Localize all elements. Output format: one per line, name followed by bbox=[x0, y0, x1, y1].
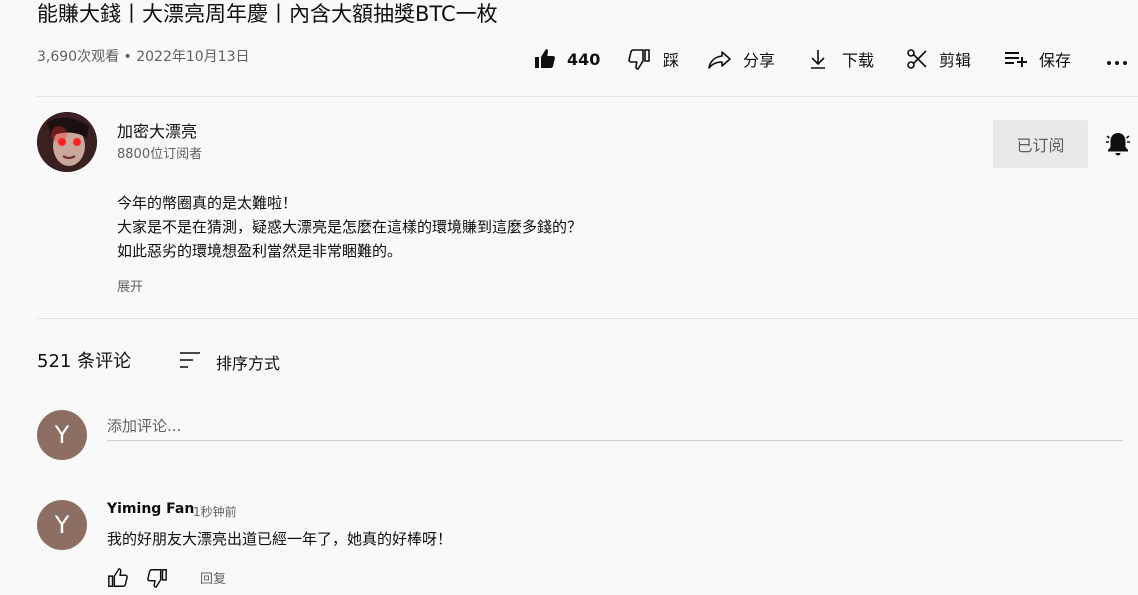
channel-avatar[interactable] bbox=[37, 112, 97, 172]
description-line: 今年的幣圈真的是太難啦！ bbox=[117, 194, 298, 212]
clip-label: 剪辑 bbox=[939, 51, 972, 70]
comment-timestamp[interactable]: 1秒钟前 bbox=[193, 503, 237, 520]
download-label: 下载 bbox=[842, 51, 875, 70]
download-icon bbox=[807, 47, 829, 71]
like-count: 440 bbox=[567, 49, 601, 69]
scissors-icon bbox=[905, 47, 929, 71]
share-icon bbox=[707, 47, 733, 71]
playlist-add-icon bbox=[1003, 47, 1029, 71]
expand-description-button[interactable]: 展开 bbox=[117, 276, 143, 295]
thumbs-down-icon bbox=[627, 47, 651, 71]
save-label: 保存 bbox=[1039, 51, 1072, 70]
sort-label: 排序方式 bbox=[216, 354, 281, 373]
subscriber-count: 8800位订阅者 bbox=[117, 147, 203, 162]
sort-comments-button[interactable]: 排序方式 bbox=[178, 348, 280, 376]
channel-name[interactable]: 加密大漂亮 bbox=[117, 121, 197, 143]
share-button[interactable]: 分享 bbox=[707, 44, 775, 74]
comment-author[interactable]: Yiming Fan bbox=[107, 501, 194, 517]
save-button[interactable]: 保存 bbox=[1003, 44, 1071, 74]
comment-author-avatar[interactable]: Y bbox=[37, 500, 87, 550]
reply-button[interactable]: 回复 bbox=[200, 568, 226, 587]
like-button[interactable]: 440 bbox=[533, 44, 600, 74]
video-meta: 3,690次观看 • 2022年10月13日 bbox=[37, 49, 250, 65]
clip-button[interactable]: 剪辑 bbox=[905, 44, 971, 74]
dislike-label: 踩 bbox=[663, 51, 680, 70]
more-actions-button[interactable] bbox=[1106, 44, 1128, 74]
share-label: 分享 bbox=[743, 51, 776, 70]
comment-like-icon[interactable] bbox=[107, 567, 129, 589]
sort-icon bbox=[178, 348, 202, 376]
dislike-button[interactable]: 踩 bbox=[627, 44, 679, 74]
subscribe-button[interactable]: 已订阅 bbox=[993, 120, 1088, 168]
divider bbox=[37, 318, 1138, 319]
download-button[interactable]: 下载 bbox=[807, 44, 874, 74]
thumbs-up-icon bbox=[533, 47, 557, 71]
video-description: 今年的幣圈真的是太難啦！ 大家是不是在猜測，疑惑大漂亮是怎麼在這樣的環境賺到這麼… bbox=[117, 191, 582, 263]
comment-dislike-icon[interactable] bbox=[146, 567, 168, 589]
comment-count: 521 条评论 bbox=[37, 351, 132, 372]
divider bbox=[37, 96, 1138, 97]
add-comment-input[interactable]: 添加评论... bbox=[107, 410, 1123, 441]
more-horizontal-icon bbox=[1106, 47, 1128, 71]
description-line: 大家是不是在猜測，疑惑大漂亮是怎麼在這樣的環境賺到這麼多錢的？ bbox=[117, 218, 583, 236]
comment-text: 我的好朋友大漂亮出道已經一年了，她真的好棒呀！ bbox=[107, 530, 453, 548]
notification-bell-icon[interactable] bbox=[1103, 129, 1133, 159]
video-title: 能賺大錢丨大漂亮周年慶丨內含大額抽獎BTC一枚 bbox=[37, 2, 498, 26]
avatar: Y bbox=[37, 410, 87, 460]
description-line: 如此惡劣的環境想盈利當然是非常睏難的。 bbox=[117, 242, 403, 260]
